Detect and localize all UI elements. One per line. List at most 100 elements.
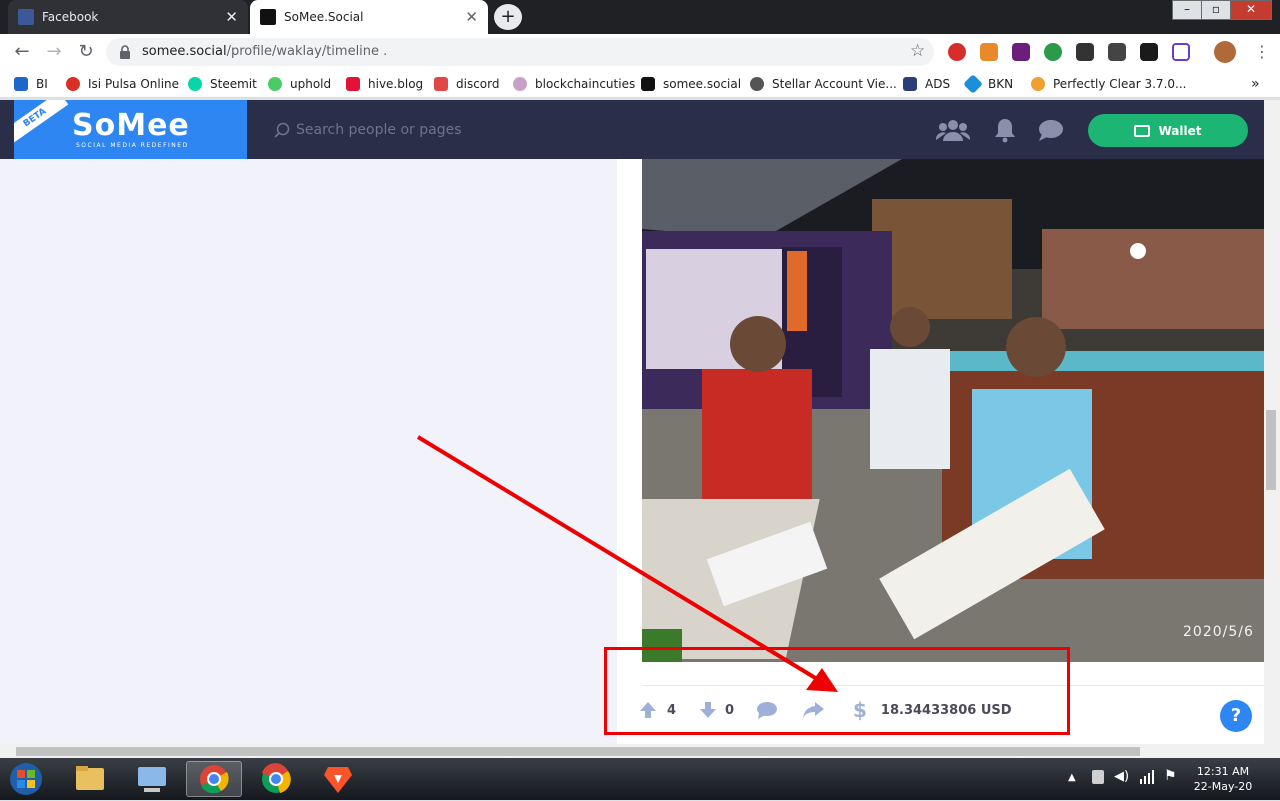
bookmark-label: Isi Pulsa Online [88, 77, 180, 91]
bookmark-label: hive.blog [368, 77, 424, 91]
left-column [0, 159, 616, 744]
maximize-button[interactable]: ▫ [1201, 0, 1231, 20]
earnings-info[interactable]: $ 18.34433806 USD [853, 698, 1012, 722]
bookmark-item[interactable]: Steemit [188, 76, 257, 92]
menu-icon[interactable]: ⋮ [1250, 40, 1274, 64]
bookmark-item[interactable]: ADS [903, 76, 950, 92]
bkn-icon [963, 74, 983, 94]
downvote-button[interactable]: 0 [699, 700, 734, 720]
volume-icon[interactable]: ◀) [1114, 769, 1129, 784]
tray-up-icon[interactable]: ▲ [1068, 772, 1076, 783]
forward-button[interactable]: → [42, 40, 66, 64]
friends-icon[interactable] [936, 117, 970, 143]
close-icon[interactable]: ✕ [225, 8, 238, 26]
extension-yab-icon[interactable] [948, 43, 966, 61]
blockchaincuties-icon [513, 77, 527, 91]
upvote-button[interactable]: 4 [639, 700, 676, 720]
extension-qr-icon[interactable] [1108, 43, 1126, 61]
brave-icon [324, 767, 352, 793]
extension-purple-icon[interactable] [1012, 43, 1030, 61]
close-icon[interactable]: ✕ [465, 8, 478, 26]
bookmark-label: uphold [290, 77, 332, 91]
pulsa-icon [66, 77, 80, 91]
extension-globe-icon[interactable] [1044, 43, 1062, 61]
bookmark-item[interactable]: BI [14, 76, 48, 92]
lock-icon [120, 45, 130, 59]
explorer-taskbar-button[interactable] [62, 761, 118, 797]
site-header: BETA SoMee SOCIAL MEDIA REDEFINED Wallet [0, 100, 1264, 159]
post-card: 2020/5/6 4 0 $ 18.34433806 USD ? [617, 159, 1264, 744]
comment-button[interactable] [756, 700, 778, 720]
tab-somee[interactable]: SoMee.Social ✕ [250, 0, 488, 34]
wallet-label: Wallet [1158, 123, 1202, 138]
downvote-count: 0 [725, 702, 735, 718]
monitor-icon [138, 767, 166, 792]
url-host: somee.social [142, 44, 227, 59]
bookmark-item[interactable]: Stellar Account Vie... [750, 76, 897, 92]
bookmark-label: BKN [988, 77, 1014, 91]
somee-icon [260, 9, 276, 25]
browser-tab-strip: Facebook ✕ SoMee.Social ✕ + – ▫ ✕ [0, 0, 1280, 34]
start-button[interactable] [2, 761, 50, 797]
chrome-alt-taskbar-button[interactable] [248, 761, 304, 797]
wallet-button[interactable]: Wallet [1088, 114, 1248, 147]
clock-date: 22-May-20 [1193, 780, 1253, 793]
bookmark-item[interactable]: somee.social [641, 76, 741, 92]
brave-taskbar-button[interactable] [310, 761, 366, 797]
bookmark-item[interactable]: Isi Pulsa Online [66, 76, 179, 92]
extension-red-icon[interactable] [1140, 43, 1158, 61]
bell-icon[interactable] [988, 117, 1022, 143]
chat-icon[interactable] [1034, 117, 1068, 143]
vertical-scroll-thumb[interactable] [1266, 410, 1276, 490]
upvote-count: 4 [667, 702, 677, 718]
extension-person-icon[interactable] [1076, 43, 1094, 61]
search-input[interactable] [296, 118, 596, 142]
bookmark-item[interactable]: Perfectly Clear 3.7.0... [1031, 76, 1186, 92]
wallet-icon [1134, 124, 1151, 137]
address-bar[interactable]: somee.social/profile/waklay/timeline . ☆ [106, 38, 934, 66]
tab-facebook[interactable]: Facebook ✕ [8, 0, 248, 34]
system-clock[interactable]: 12:31 AM 22-May-20 [1188, 764, 1258, 794]
earnings-amount: 18.34433806 USD [880, 702, 1012, 718]
computer-taskbar-button[interactable] [124, 761, 180, 797]
bookmark-item[interactable]: BKN [963, 74, 1014, 94]
stellar-icon [750, 77, 764, 91]
search-icon [274, 122, 290, 138]
tray-security-icon[interactable] [1092, 770, 1104, 784]
hive-icon [346, 77, 360, 91]
somee-icon [641, 77, 655, 91]
bookmarks-overflow-button[interactable]: » [1251, 76, 1260, 92]
extension-shield-icon[interactable] [1172, 43, 1190, 61]
url-path: /profile/waklay/timeline . [226, 44, 388, 59]
horizontal-scroll-thumb[interactable] [16, 747, 1140, 756]
bookmark-star-icon[interactable]: ☆ [910, 41, 925, 61]
post-photo[interactable] [642, 159, 1264, 662]
bookmark-label: BI [36, 77, 48, 91]
clock-time: 12:31 AM [1196, 765, 1250, 778]
share-button[interactable] [802, 700, 824, 720]
network-icon[interactable] [1140, 768, 1154, 784]
back-button[interactable]: ← [10, 40, 34, 64]
profile-avatar[interactable] [1214, 41, 1236, 63]
bookmark-item[interactable]: discord [434, 76, 499, 92]
bookmark-item[interactable]: hive.blog [346, 76, 423, 92]
reload-button[interactable]: ↻ [74, 40, 98, 64]
help-button[interactable]: ? [1220, 700, 1252, 732]
somee-logo[interactable]: BETA SoMee SOCIAL MEDIA REDEFINED [14, 100, 247, 159]
chrome-taskbar-button[interactable] [186, 761, 242, 797]
extension-metamask-icon[interactable] [980, 43, 998, 61]
uphold-icon [268, 77, 282, 91]
url-text: somee.social/profile/waklay/timeline . [142, 44, 387, 59]
browser-toolbar: ← → ↻ somee.social/profile/waklay/timeli… [0, 34, 1280, 70]
action-center-flag-icon[interactable]: ⚑ [1164, 768, 1177, 784]
window-close-button[interactable]: ✕ [1230, 0, 1272, 20]
bookmark-item[interactable]: uphold [268, 76, 331, 92]
signal-bars [1140, 770, 1154, 784]
minimize-button[interactable]: – [1172, 0, 1202, 20]
bi-icon [14, 77, 28, 91]
share-icon [803, 702, 824, 718]
arrow-up-icon [640, 702, 656, 718]
logo-wordmark: SoMee [72, 108, 190, 143]
new-tab-button[interactable]: + [494, 4, 522, 30]
bookmark-item[interactable]: blockchaincuties [513, 76, 635, 92]
